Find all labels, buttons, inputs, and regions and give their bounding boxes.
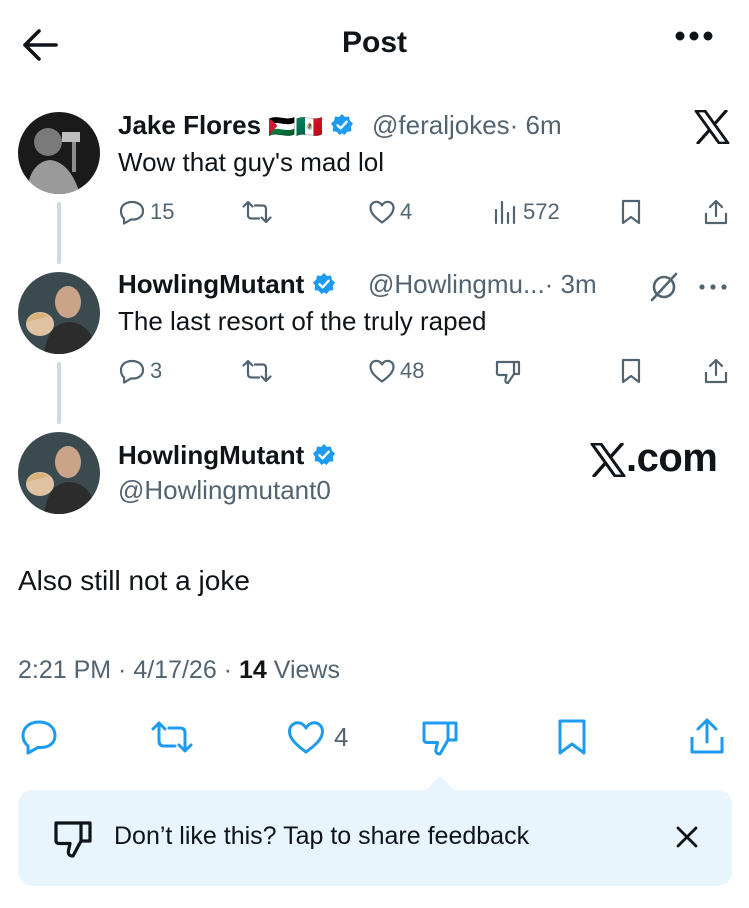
heart-icon [369,359,395,383]
close-icon[interactable] [676,826,698,848]
thread-line [57,362,61,424]
view-count: 572 [523,199,560,224]
author-name[interactable]: Jake Flores [118,110,261,140]
post-text: Wow that guy's mad lol [118,147,385,177]
like-button[interactable]: 4 [368,199,412,225]
post-timestamp[interactable]: 2:21 PM · 4/17/26 · [18,656,232,684]
more-options-icon[interactable] [698,282,728,292]
author-name[interactable]: HowlingMutant [118,440,304,470]
flag-emojis: 🇵🇸🇲🇽 [268,114,324,139]
repost-button[interactable] [242,359,272,383]
heart-icon [288,721,324,754]
x-logo-icon [590,443,626,477]
repost-icon [242,200,272,224]
post-text: Also still not a joke [18,565,250,596]
reply-count: 15 [150,199,175,224]
reply-button[interactable]: 15 [118,199,174,225]
like-count: 4 [400,199,413,224]
post-time: · 3m [544,269,597,299]
feedback-text[interactable]: Don’t like this? Tap to share feedback [114,822,529,851]
repost-button[interactable] [242,200,272,224]
share-icon[interactable] [688,716,726,756]
post-time: · 6m [509,110,562,140]
watermark-text: .com [626,436,718,480]
author-handle[interactable]: @Howlingmutant0 [118,475,331,506]
reply-button[interactable]: 3 [118,358,162,384]
author-handle[interactable]: @feraljokes [372,110,510,140]
like-count: 48 [400,358,425,383]
repost-icon [242,359,272,383]
verified-badge-icon [312,443,336,467]
bookmark-icon[interactable] [556,718,588,756]
views-label: Views [273,656,340,684]
like-button[interactable]: 4 [286,719,348,755]
reply-icon [119,359,145,384]
reply-icon [119,200,145,225]
repost-icon[interactable] [150,720,194,754]
author-handle[interactable]: @Howlingmu... [368,269,545,299]
thread-line [57,202,61,264]
dislike-icon[interactable] [494,358,522,386]
verified-badge-icon [330,113,354,137]
avatar[interactable] [18,112,100,194]
bookmark-icon[interactable] [620,358,642,384]
avatar[interactable] [18,432,100,514]
dislike-icon[interactable] [420,718,460,758]
bookmark-icon[interactable] [620,199,642,225]
share-icon[interactable] [703,198,729,226]
share-icon[interactable] [703,357,729,385]
x-logo-icon [694,110,730,144]
like-count: 4 [334,721,349,752]
avatar[interactable] [18,272,100,354]
views-button[interactable]: 572 [493,199,560,225]
views-count: 14 [238,656,267,684]
analytics-icon [494,200,516,225]
reply-count: 3 [150,358,163,383]
verified-badge-icon [312,272,336,296]
heart-icon [369,200,395,224]
post-text: The last resort of the truly raped [118,306,487,336]
x-com-watermark: .com [590,436,718,481]
like-button[interactable]: 48 [368,358,424,384]
author-name[interactable]: HowlingMutant [118,269,304,299]
page-title: Post [341,26,407,59]
more-options-icon[interactable] [674,30,714,42]
dislike-icon [52,818,94,860]
post-meta: 2:21 PM · 4/17/26 · 14 Views [18,656,340,685]
reply-icon[interactable] [20,719,58,755]
grok-icon[interactable] [649,272,679,302]
